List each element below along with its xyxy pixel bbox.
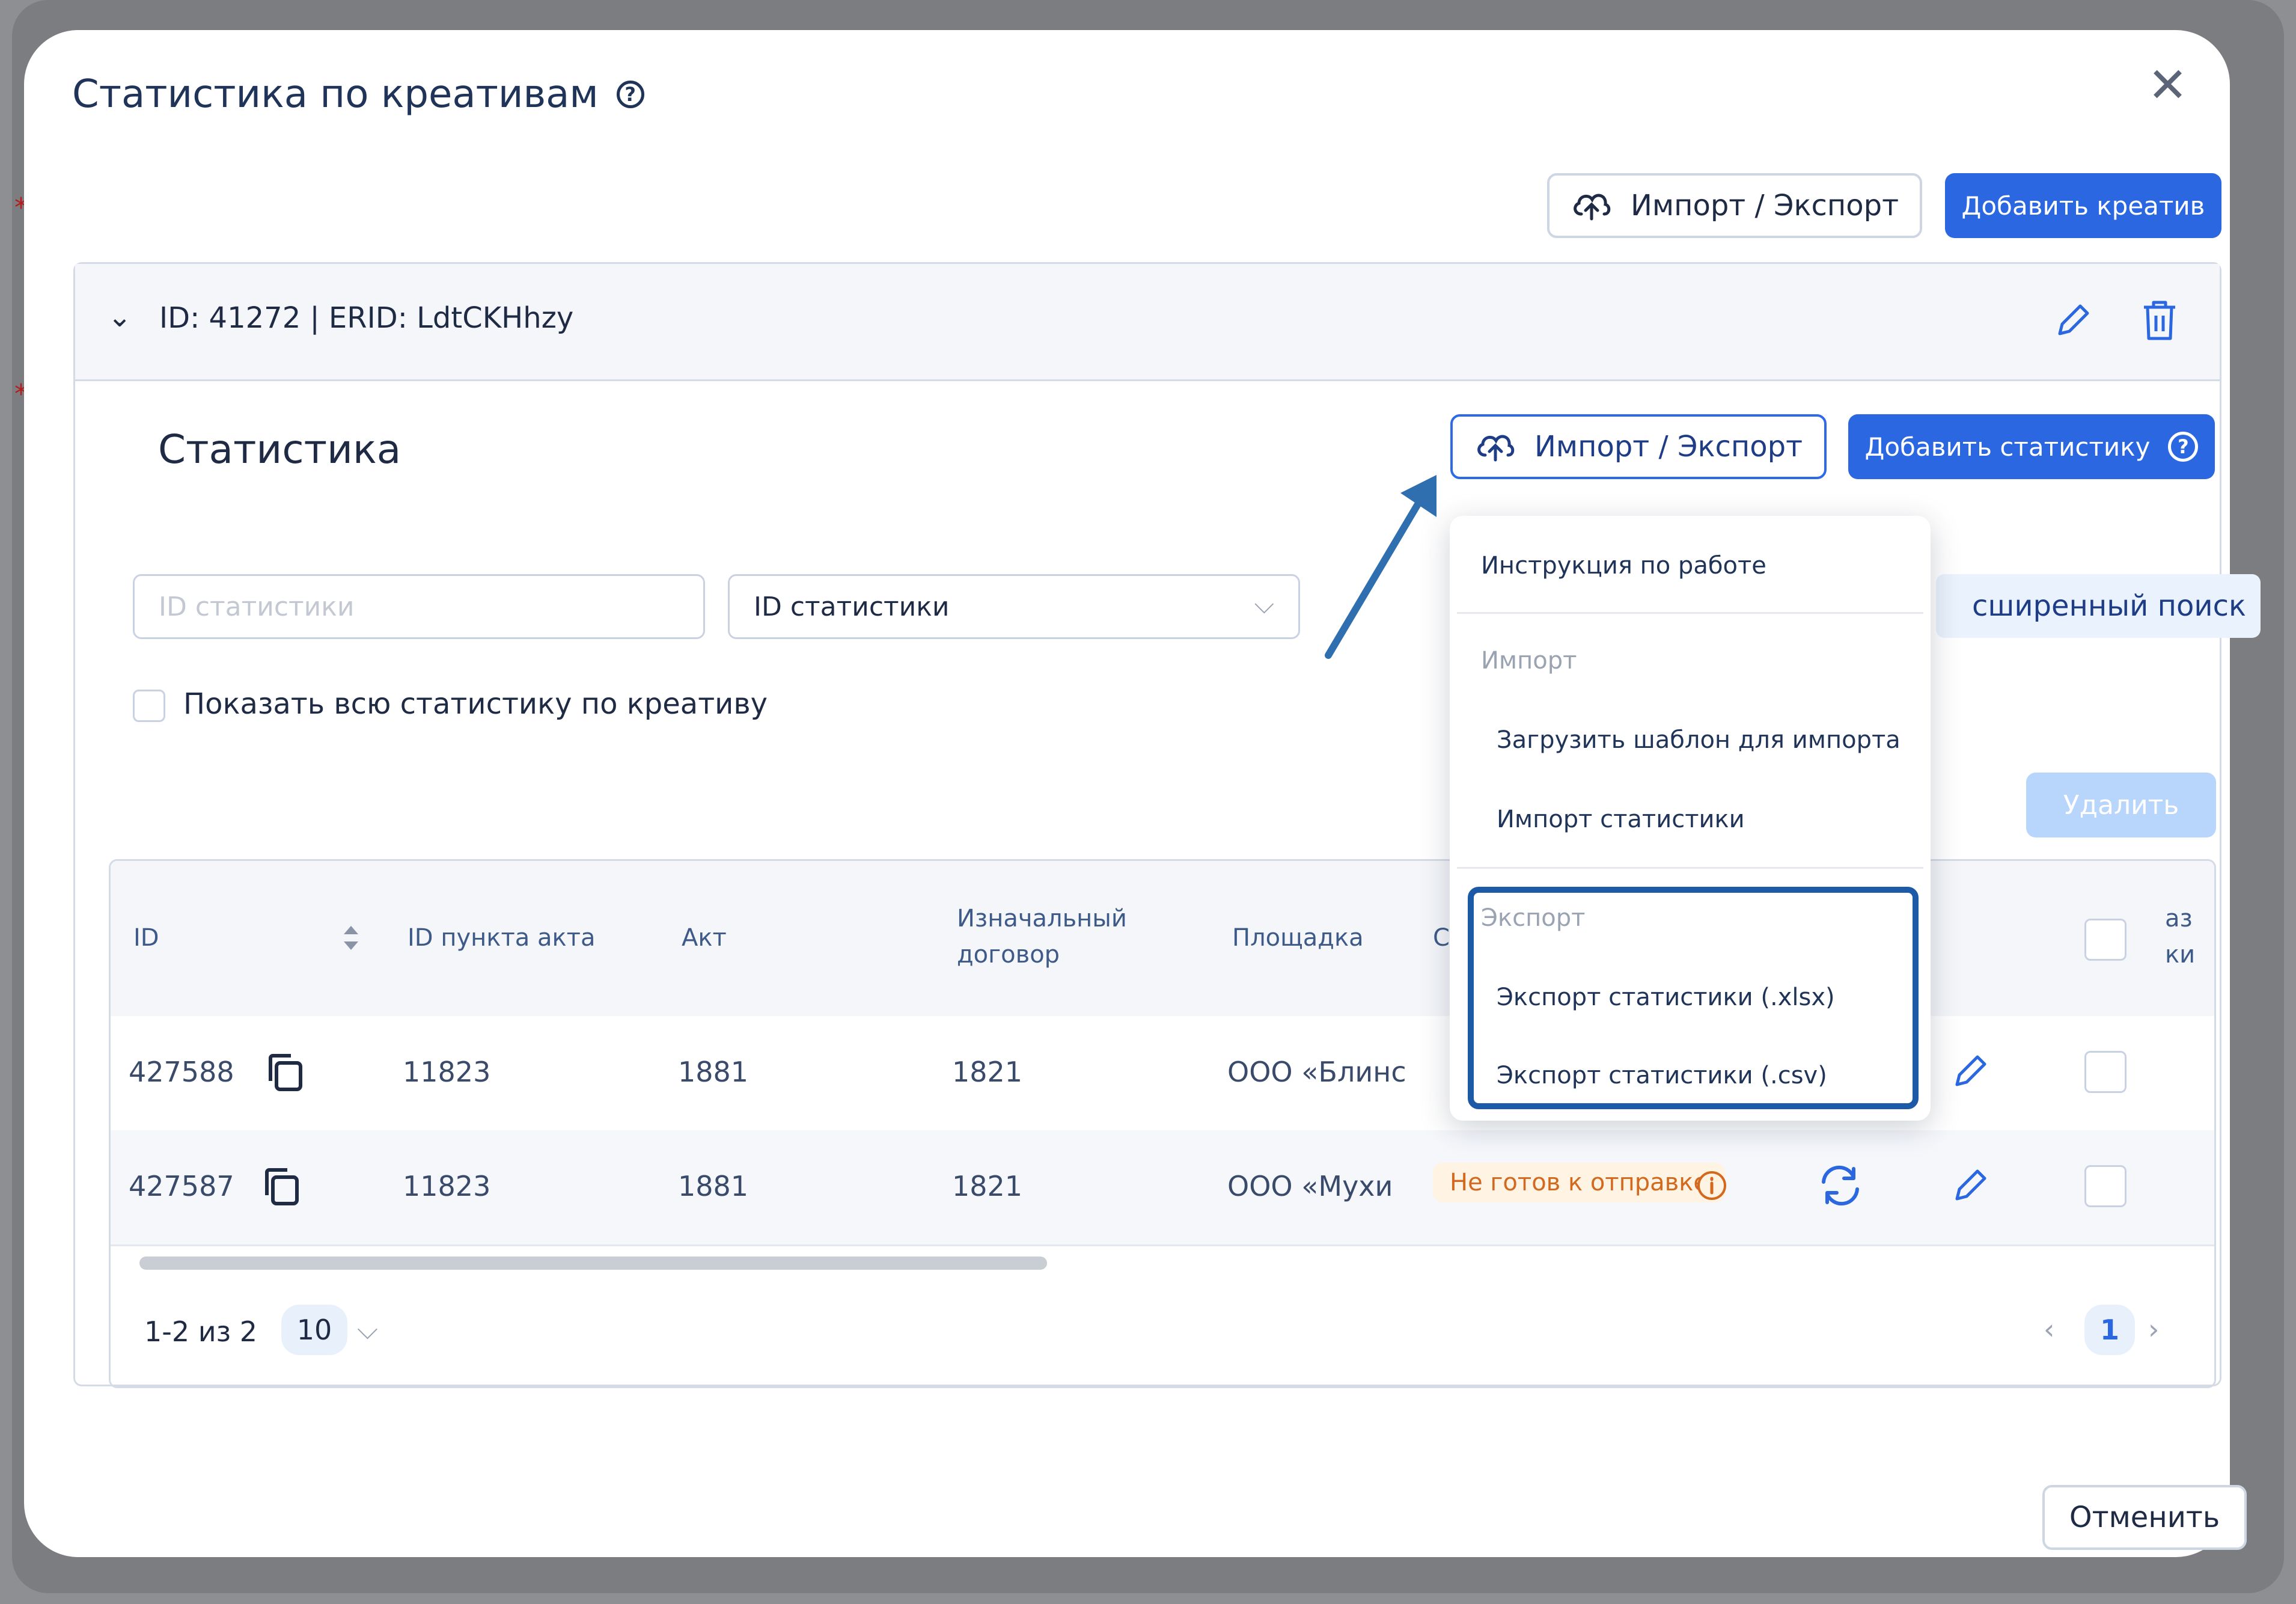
table-row[interactable]: 427587 11823 1881 1821 ООО «Мухи Не гото… [111, 1130, 2214, 1246]
row-act-point: 11823 [403, 1170, 491, 1202]
creative-accordion-header[interactable]: ⌄ ID: 41272 | ERID: LdtCKHhzy [75, 264, 2220, 381]
copy-icon[interactable] [261, 1165, 303, 1208]
export-highlight-box [1468, 887, 1919, 1109]
add-stat-label: Добавить статистику [1864, 432, 2151, 462]
stats-import-export-label: Импорт / Экспорт [1534, 430, 1803, 464]
chevron-right-icon[interactable]: › [2148, 1313, 2159, 1345]
import-export-label: Импорт / Экспорт [1630, 189, 1899, 222]
menu-item-import-stats[interactable]: Импорт статистики [1497, 806, 1745, 833]
horizontal-scrollbar[interactable] [139, 1257, 1047, 1270]
add-stat-button[interactable]: Добавить статистику ? [1848, 414, 2215, 479]
show-all-checkbox[interactable] [133, 690, 165, 722]
cloud-upload-icon [1574, 194, 1611, 221]
advanced-search-button[interactable]: сширенный поиск [1936, 574, 2261, 638]
help-icon[interactable]: ? [616, 81, 644, 108]
modal-title-text: Статистика по креативам [72, 72, 599, 117]
add-creative-button[interactable]: Добавить креатив [1945, 173, 2221, 238]
select-all-checkbox[interactable] [2084, 919, 2127, 961]
col-status: С [1433, 924, 1450, 952]
row-act-point: 11823 [403, 1056, 491, 1088]
annotation-arrow [1325, 475, 1437, 659]
col-act: Акт [682, 924, 727, 952]
row-platform: ООО «Блинс [1227, 1056, 1406, 1088]
row-platform: ООО «Мухи [1227, 1170, 1393, 1202]
col-contract-line2: договор [957, 941, 1060, 969]
menu-item-import-template[interactable]: Загрузить шаблон для импорта [1497, 726, 1901, 754]
row-act: 1881 [678, 1170, 749, 1202]
sort-icon[interactable] [339, 920, 363, 956]
delete-button[interactable]: Удалить [2026, 773, 2216, 837]
help-icon[interactable]: ? [2168, 432, 2199, 462]
menu-divider [1457, 867, 1923, 869]
chevron-down-icon[interactable]: ⌄ [108, 300, 132, 334]
info-icon[interactable] [1695, 1169, 1729, 1202]
row-checkbox[interactable] [2084, 1051, 2127, 1093]
col-id: ID [133, 924, 159, 952]
close-icon[interactable]: ✕ [2148, 61, 2188, 109]
menu-item-instructions[interactable]: Инструкция по работе [1481, 552, 1766, 580]
edit-icon[interactable] [1950, 1050, 1992, 1092]
import-export-button[interactable]: Импорт / Экспорт [1547, 173, 1922, 238]
status-badge: Не готов к отправке [1433, 1163, 1725, 1202]
page-size-select[interactable]: 10 [281, 1305, 347, 1355]
chevron-down-icon[interactable]: ⌵ [357, 1313, 378, 1347]
stats-import-export-button[interactable]: Импорт / Экспорт [1450, 414, 1827, 479]
refresh-icon[interactable] [1816, 1164, 1864, 1207]
col-extra-line2: ки [2165, 941, 2196, 969]
col-act-point: ID пункта акта [408, 924, 596, 952]
chevron-left-icon[interactable]: ‹ [2044, 1313, 2054, 1345]
col-contract-line1: Изначальный [957, 905, 1127, 932]
search-field-value: ID статистики [754, 591, 950, 622]
chevron-down-icon: ⌵ [1254, 589, 1274, 620]
menu-header-import: Импорт [1481, 647, 1577, 675]
row-id: 427587 [129, 1170, 234, 1202]
row-act: 1881 [678, 1056, 749, 1088]
modal-title: Статистика по креативам ? [72, 72, 644, 117]
row-contract: 1821 [952, 1056, 1023, 1088]
copy-icon[interactable] [264, 1051, 307, 1094]
import-export-dropdown: Инструкция по работе Импорт Загрузить ша… [1450, 516, 1931, 1121]
row-contract: 1821 [952, 1170, 1023, 1202]
stats-section-title: Статистика [158, 426, 401, 473]
show-all-label: Показать всю статистику по креативу [183, 687, 768, 721]
col-platform: Площадка [1232, 924, 1364, 952]
pagination-range: 1-2 из 2 [144, 1315, 257, 1348]
creative-id-title: ID: 41272 | ERID: LdtCKHhzy [159, 301, 574, 335]
row-id: 427588 [129, 1056, 234, 1088]
trash-icon[interactable] [2140, 299, 2179, 342]
edit-icon[interactable] [2053, 299, 2095, 341]
creative-stats-modal: Статистика по креативам ? ✕ Импорт / Экс… [24, 30, 2261, 1557]
row-checkbox[interactable] [2084, 1165, 2127, 1207]
stat-id-search-input[interactable]: ID статистики [133, 574, 705, 639]
menu-divider [1457, 612, 1923, 614]
current-page[interactable]: 1 [2084, 1305, 2135, 1355]
edit-icon[interactable] [1950, 1164, 1992, 1206]
cloud-upload-icon [1477, 435, 1515, 462]
page-size-value: 10 [296, 1314, 332, 1346]
col-extra-line1: аз [2165, 905, 2193, 932]
cancel-button[interactable]: Отменить [2042, 1485, 2247, 1550]
search-field-select[interactable]: ID статистики ⌵ [728, 574, 1300, 639]
